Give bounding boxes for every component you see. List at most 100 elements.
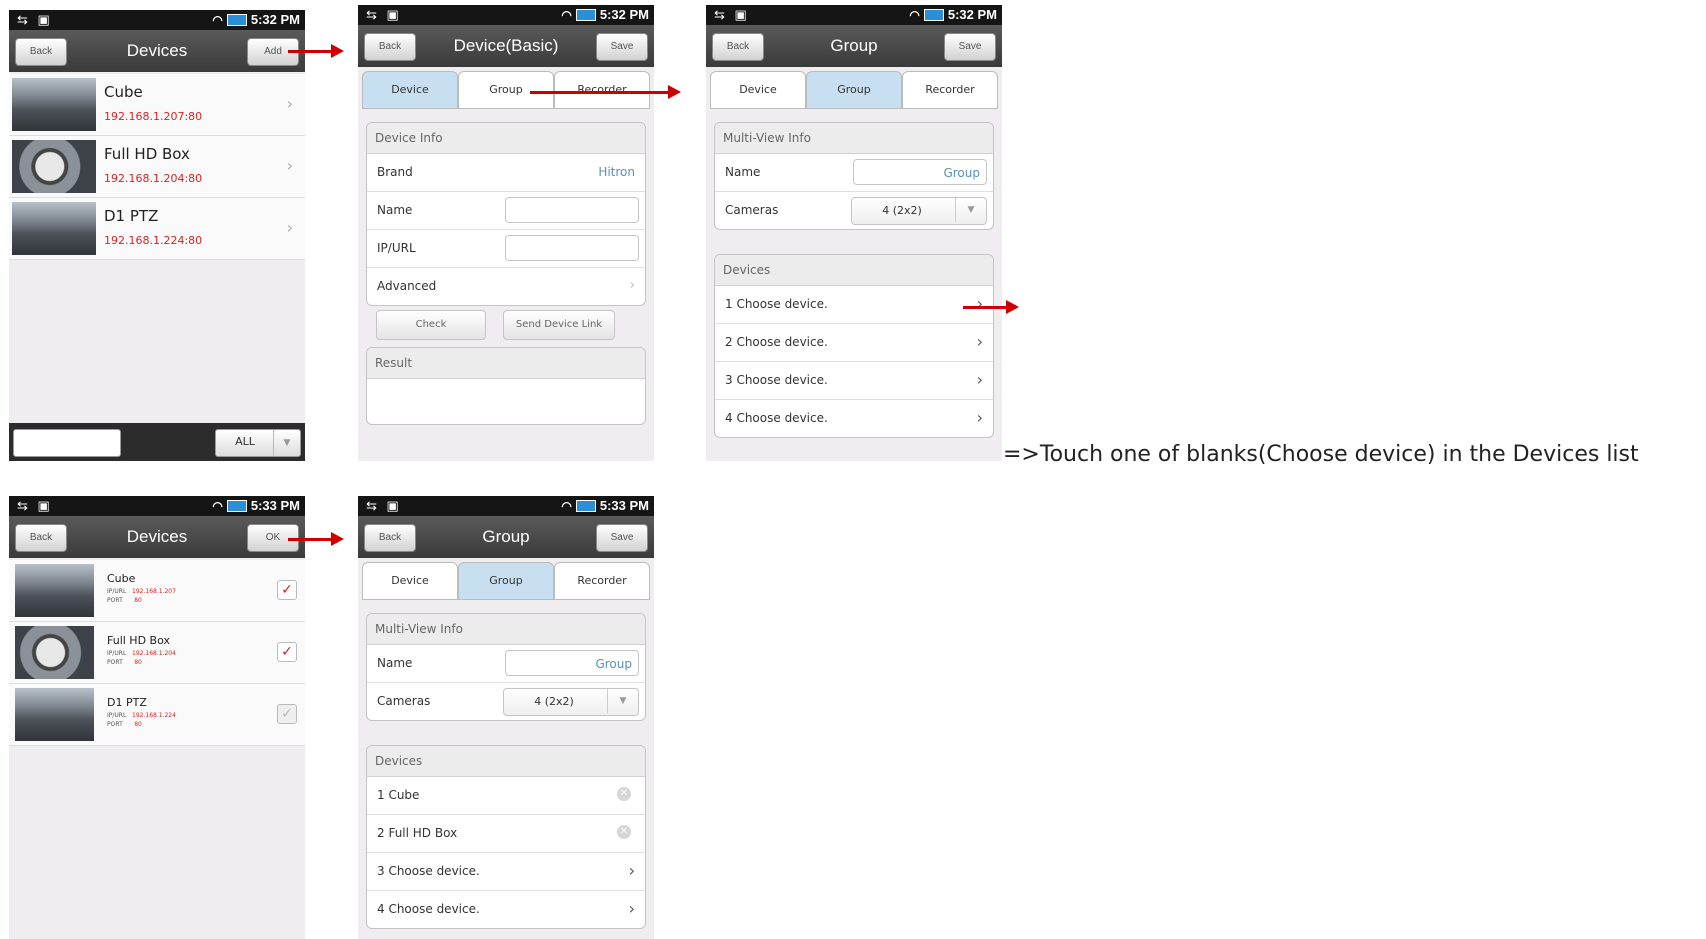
filter-select[interactable]: ALL ▼ — [215, 429, 301, 457]
device-list-item[interactable]: Full HD Box 192.168.1.204:80 › — [9, 136, 305, 198]
save-button[interactable]: Save — [596, 524, 648, 552]
device-slot[interactable]: 1 Choose device. › — [715, 286, 993, 324]
device-slot[interactable]: 4 Choose device. › — [715, 400, 993, 437]
tab-bar: Device Group Recorder — [362, 71, 650, 109]
cameras-row: Cameras 4 (2x2) ▼ — [715, 192, 993, 229]
brand-row[interactable]: Brand Hitron — [367, 154, 645, 192]
wifi-icon: ◠ — [561, 498, 572, 513]
status-bar: ⇆ ▣ ◠ 5:33 PM — [9, 496, 305, 516]
selectable-device-item[interactable]: Full HD Box IP/URL 192.168.1.204 PORT 80 … — [9, 622, 305, 684]
slot-label: 4 Choose device. — [725, 411, 828, 425]
clock: 5:33 PM — [250, 498, 300, 513]
cameras-select[interactable]: 4 (2x2) ▼ — [851, 197, 987, 225]
cameras-row: Cameras 4 (2x2) ▼ — [367, 683, 645, 720]
ip-field[interactable] — [505, 235, 639, 261]
usb-android-icons: ⇆ ▣ — [17, 498, 53, 513]
chevron-right-icon: › — [976, 370, 983, 389]
cameras-value: 4 (2x2) — [882, 204, 922, 217]
wifi-icon: ◠ — [212, 498, 223, 513]
section-header: Result — [367, 348, 645, 379]
device-checkbox[interactable]: ✓ — [277, 642, 297, 662]
device-ip: 192.168.1.207:80 — [104, 110, 203, 123]
check-button[interactable]: Check — [376, 310, 486, 340]
status-bar: ⇆ ▣ ◠ 5:32 PM — [706, 5, 1002, 25]
chevron-right-icon: › — [628, 861, 635, 880]
flow-arrow — [288, 44, 344, 58]
device-slot[interactable]: 2 Full HD Box ✕ — [367, 815, 645, 853]
send-device-link-button[interactable]: Send Device Link — [503, 310, 615, 340]
wifi-icon: ◠ — [561, 7, 572, 22]
device-slot[interactable]: 2 Choose device. › — [715, 324, 993, 362]
search-input[interactable] — [13, 429, 121, 457]
cameras-select[interactable]: 4 (2x2) ▼ — [503, 688, 639, 716]
device-slot[interactable]: 4 Choose device. › — [367, 891, 645, 928]
device-list-item[interactable]: D1 PTZ 192.168.1.224:80 › — [9, 198, 305, 260]
section-header: Devices — [367, 746, 645, 777]
save-button[interactable]: Save — [596, 33, 648, 61]
advanced-row[interactable]: Advanced › — [367, 268, 645, 305]
camera-thumbnail — [15, 626, 94, 679]
multi-view-panel: Multi-View Info Name Group Cameras 4 (2x… — [714, 122, 994, 230]
ip-row: IP/URL — [367, 230, 645, 268]
chevron-down-icon: ▼ — [955, 198, 986, 222]
device-details: IP/URL 192.168.1.224 PORT 80 — [107, 712, 176, 728]
remove-icon[interactable]: ✕ — [617, 825, 631, 839]
device-ip: 192.168.1.224:80 — [104, 234, 203, 247]
tab-group[interactable]: Group — [806, 71, 902, 109]
group-name-row: Name Group — [715, 154, 993, 192]
title-bar: Back Device(Basic) Save — [358, 25, 654, 67]
selectable-device-item[interactable]: D1 PTZ IP/URL 192.168.1.224 PORT 80 ✓ — [9, 684, 305, 746]
tab-bar: Device Group Recorder — [362, 562, 650, 600]
usb-android-icons: ⇆ ▣ — [714, 7, 750, 22]
remove-icon[interactable]: ✕ — [617, 787, 631, 801]
device-slot[interactable]: 1 Cube ✕ — [367, 777, 645, 815]
name-field[interactable] — [505, 197, 639, 223]
clock: 5:32 PM — [947, 7, 997, 22]
device-name: Full HD Box — [104, 145, 190, 163]
filter-value: ALL — [235, 435, 255, 448]
group-name-field[interactable]: Group — [853, 159, 987, 185]
clock: 5:33 PM — [599, 498, 649, 513]
camera-thumbnail — [12, 140, 96, 193]
name-label: Name — [377, 203, 413, 217]
tab-device[interactable]: Device — [362, 562, 458, 600]
section-header: Multi-View Info — [715, 123, 993, 154]
devices-panel: Devices 1 Cube ✕ 2 Full HD Box ✕ 3 Choose … — [366, 745, 646, 929]
status-bar: ⇆ ▣ ◠ 5:32 PM — [9, 10, 305, 30]
camera-thumbnail — [12, 78, 96, 131]
tab-recorder[interactable]: Recorder — [554, 562, 650, 600]
tab-recorder[interactable]: Recorder — [902, 71, 998, 109]
cameras-label: Cameras — [377, 694, 431, 708]
camera-thumbnail — [15, 688, 94, 741]
tab-device[interactable]: Device — [362, 71, 458, 109]
device-checkbox[interactable]: ✓ — [277, 580, 297, 600]
save-button[interactable]: Save — [944, 33, 996, 61]
device-checkbox[interactable]: ✓ — [277, 704, 297, 724]
selectable-device-item[interactable]: Cube IP/URL 192.168.1.207 PORT 80 ✓ — [9, 560, 305, 622]
battery-icon — [575, 499, 596, 512]
slot-label: 4 Choose device. — [377, 902, 480, 916]
wifi-icon: ◠ — [212, 12, 223, 27]
device-slot[interactable]: 3 Choose device. › — [715, 362, 993, 400]
camera-thumbnail — [12, 202, 96, 255]
brand-value: Hitron — [598, 165, 635, 179]
device-slot[interactable]: 3 Choose device. › — [367, 853, 645, 891]
brand-label: Brand — [377, 165, 413, 179]
devices-panel: Devices 1 Choose device. › 2 Choose devic… — [714, 254, 994, 438]
chevron-right-icon: › — [286, 218, 293, 237]
group-name-field[interactable]: Group — [505, 650, 639, 676]
chevron-right-icon: › — [286, 94, 293, 113]
battery-icon — [575, 8, 596, 21]
device-list-item[interactable]: Cube 192.168.1.207:80 › — [9, 74, 305, 136]
section-header: Devices — [715, 255, 993, 286]
tab-recorder[interactable]: Recorder — [554, 71, 650, 109]
tab-device[interactable]: Device — [710, 71, 806, 109]
tab-group[interactable]: Group — [458, 562, 554, 600]
device-name: Cube — [107, 572, 136, 585]
group-name-row: Name Group — [367, 645, 645, 683]
battery-icon — [923, 8, 944, 21]
chevron-right-icon: › — [629, 278, 635, 293]
device-ip: 192.168.1.204:80 — [104, 172, 203, 185]
tab-group[interactable]: Group — [458, 71, 554, 109]
wifi-icon: ◠ — [909, 7, 920, 22]
